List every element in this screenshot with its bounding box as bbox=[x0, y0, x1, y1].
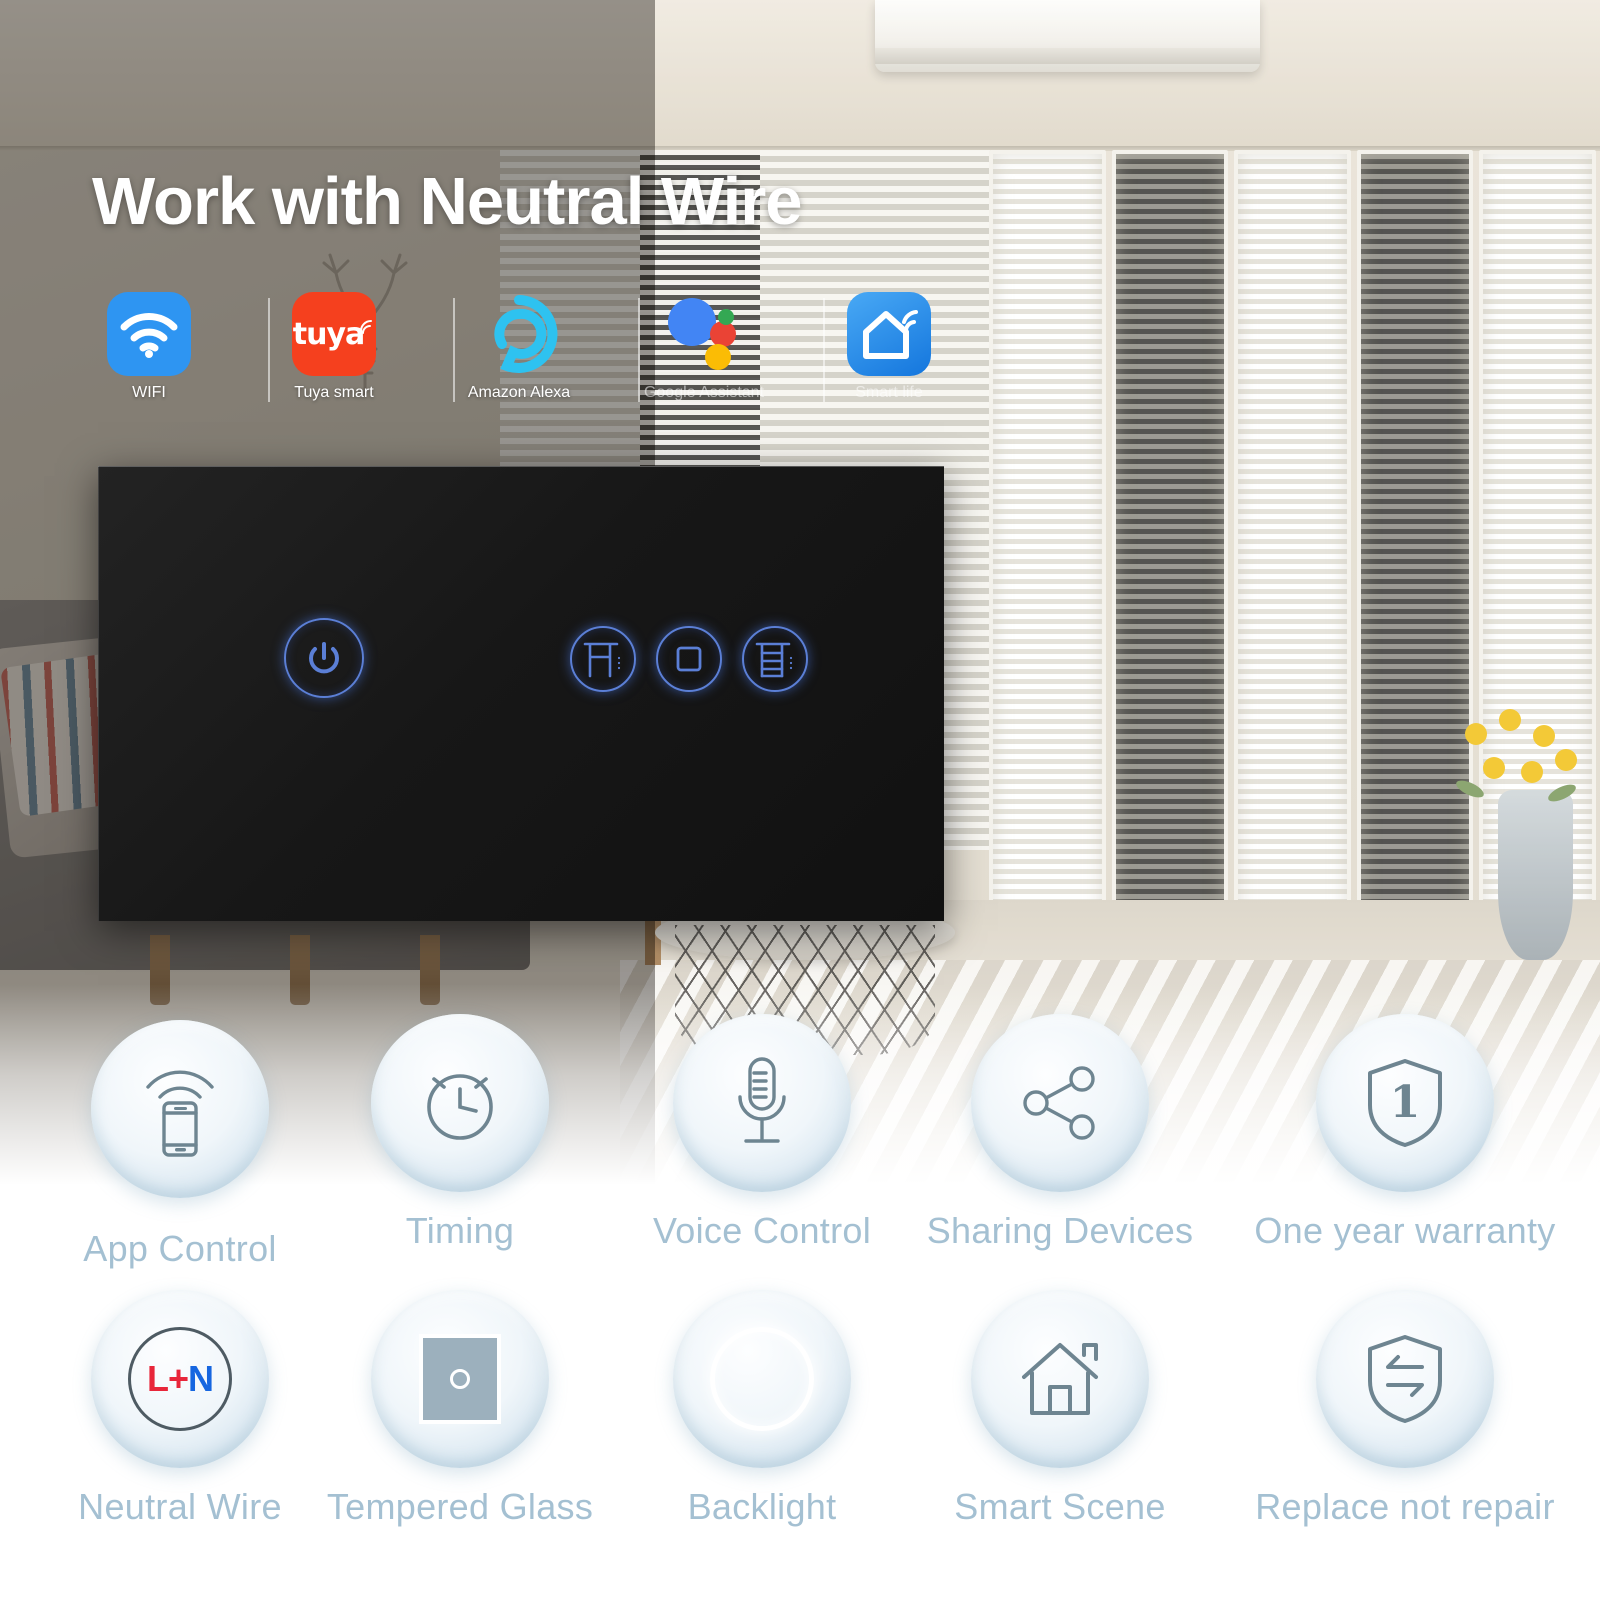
backlight-ring-icon bbox=[673, 1290, 851, 1468]
warranty-badge-number: 1 bbox=[1390, 1077, 1421, 1128]
curtain-open-button[interactable] bbox=[570, 626, 636, 692]
feature-tempered-glass[interactable]: Tempered Glass bbox=[300, 1290, 620, 1528]
brand-label: Smart life bbox=[855, 384, 923, 401]
feature-grid: App Control Timing Voice Control Sharing… bbox=[0, 1014, 1600, 1600]
compatibility-logo-row: WIFI tuya Tuya smart Amazon Alexa Google… bbox=[100, 292, 1100, 417]
feature-row-2: L + N Neutral Wire Tempered Glass Backligh… bbox=[0, 1290, 1600, 1580]
microphone-icon bbox=[673, 1014, 851, 1192]
feature-label: One year warranty bbox=[1254, 1210, 1556, 1251]
brand-label: WIFI bbox=[132, 384, 166, 401]
curtain-close-icon bbox=[755, 642, 793, 678]
feature-label: Backlight bbox=[687, 1486, 837, 1527]
house-icon bbox=[971, 1290, 1149, 1468]
curtain-stop-icon bbox=[676, 646, 702, 672]
brand-amazon-alexa[interactable]: Amazon Alexa bbox=[444, 292, 594, 402]
shield-one-icon: 1 bbox=[1316, 1014, 1494, 1192]
brand-tuya-smart[interactable]: tuya Tuya smart bbox=[259, 292, 409, 402]
brand-label: Tuya smart bbox=[294, 384, 374, 401]
feature-label: Tempered Glass bbox=[326, 1486, 594, 1527]
curtain-open-icon bbox=[583, 642, 621, 678]
feature-label: Smart Scene bbox=[954, 1486, 1166, 1527]
curtain-stop-button[interactable] bbox=[656, 626, 722, 692]
smart-switch-panel[interactable] bbox=[98, 466, 944, 921]
share-nodes-icon bbox=[971, 1014, 1149, 1192]
l-plus-n-icon: L + N bbox=[91, 1290, 269, 1468]
wifi-icon bbox=[107, 292, 191, 376]
brand-wifi[interactable]: WIFI bbox=[74, 292, 224, 402]
power-icon bbox=[309, 642, 339, 674]
brand-smart-life[interactable]: Smart life bbox=[814, 292, 964, 402]
feature-label: Sharing Devices bbox=[926, 1210, 1194, 1251]
neutral-wire-l: L bbox=[146, 1358, 169, 1399]
feature-row-1: App Control Timing Voice Control Sharing… bbox=[0, 1014, 1600, 1310]
feature-label: Replace not repair bbox=[1255, 1486, 1555, 1527]
feature-smart-scene[interactable]: Smart Scene bbox=[900, 1290, 1220, 1528]
feature-label: App Control bbox=[83, 1228, 277, 1269]
power-button[interactable] bbox=[284, 618, 364, 698]
feature-one-year-warranty[interactable]: 1 One year warranty bbox=[1245, 1014, 1565, 1252]
curtain-close-button[interactable] bbox=[742, 626, 808, 692]
feature-sharing-devices[interactable]: Sharing Devices bbox=[900, 1014, 1220, 1252]
page-title: Work with Neutral Wire bbox=[92, 164, 803, 239]
brand-google-assistant[interactable]: Google Assistant bbox=[629, 292, 779, 402]
phone-signal-icon bbox=[91, 1020, 269, 1198]
brand-label: Google Assistant bbox=[643, 384, 765, 401]
feature-label: Timing bbox=[405, 1210, 515, 1251]
glass-panel-icon bbox=[371, 1290, 549, 1468]
brand-label: Amazon Alexa bbox=[467, 384, 571, 401]
feature-label: Voice Control bbox=[652, 1210, 872, 1251]
neutral-wire-plus: + bbox=[167, 1358, 189, 1399]
feature-replace-not-repair[interactable]: Replace not repair bbox=[1245, 1290, 1565, 1528]
feature-timing[interactable]: Timing bbox=[300, 1014, 620, 1252]
tuya-logo-icon: tuya bbox=[292, 292, 376, 376]
feature-backlight[interactable]: Backlight bbox=[602, 1290, 922, 1528]
neutral-wire-n: N bbox=[188, 1358, 214, 1399]
feature-label: Neutral Wire bbox=[78, 1486, 282, 1527]
alarm-clock-icon bbox=[371, 1014, 549, 1192]
feature-voice-control[interactable]: Voice Control bbox=[602, 1014, 922, 1252]
smart-life-icon bbox=[847, 292, 931, 376]
google-assistant-icon bbox=[662, 292, 746, 376]
shield-exchange-icon bbox=[1316, 1290, 1494, 1468]
amazon-alexa-icon bbox=[477, 292, 561, 376]
feature-app-control[interactable]: App Control bbox=[20, 1020, 340, 1270]
feature-neutral-wire[interactable]: L + N Neutral Wire bbox=[20, 1290, 340, 1528]
